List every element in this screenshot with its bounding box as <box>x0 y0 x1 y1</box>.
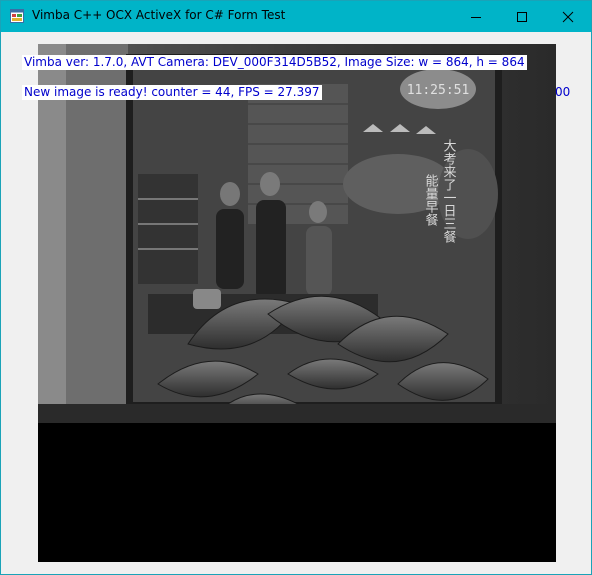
truncated-label: 00 <box>555 85 571 99</box>
maximize-button[interactable] <box>499 1 545 32</box>
client-area: 11:25:51 大考来了一日三餐 能量早餐 Vimba ver: 1.7.0,… <box>1 32 591 574</box>
close-button[interactable] <box>545 1 591 32</box>
form-app-icon <box>10 9 24 23</box>
camera-image: 11:25:51 大考来了一日三餐 能量早餐 <box>38 44 556 562</box>
close-icon <box>562 11 574 22</box>
title-bar[interactable]: Vimba C++ OCX ActiveX for C# Form Test <box>1 1 591 32</box>
minimize-button[interactable] <box>453 1 499 32</box>
maximize-icon <box>517 11 527 22</box>
sign-text-col1: 大考来了一日三餐 <box>441 139 457 243</box>
clock-text: 11:25:51 <box>407 83 470 98</box>
window-title: Vimba C++ OCX ActiveX for C# Form Test <box>32 8 286 22</box>
frame-status-label: New image is ready! counter = 44, FPS = … <box>22 85 322 100</box>
sign-text-col2: 能量早餐 <box>423 174 439 226</box>
camera-info-label: Vimba ver: 1.7.0, AVT Camera: DEV_000F31… <box>22 55 527 70</box>
app-window: Vimba C++ OCX ActiveX for C# Form Test 1… <box>0 0 592 575</box>
minimize-icon <box>471 16 481 18</box>
camera-viewer[interactable]: 11:25:51 大考来了一日三餐 能量早餐 <box>38 44 556 562</box>
